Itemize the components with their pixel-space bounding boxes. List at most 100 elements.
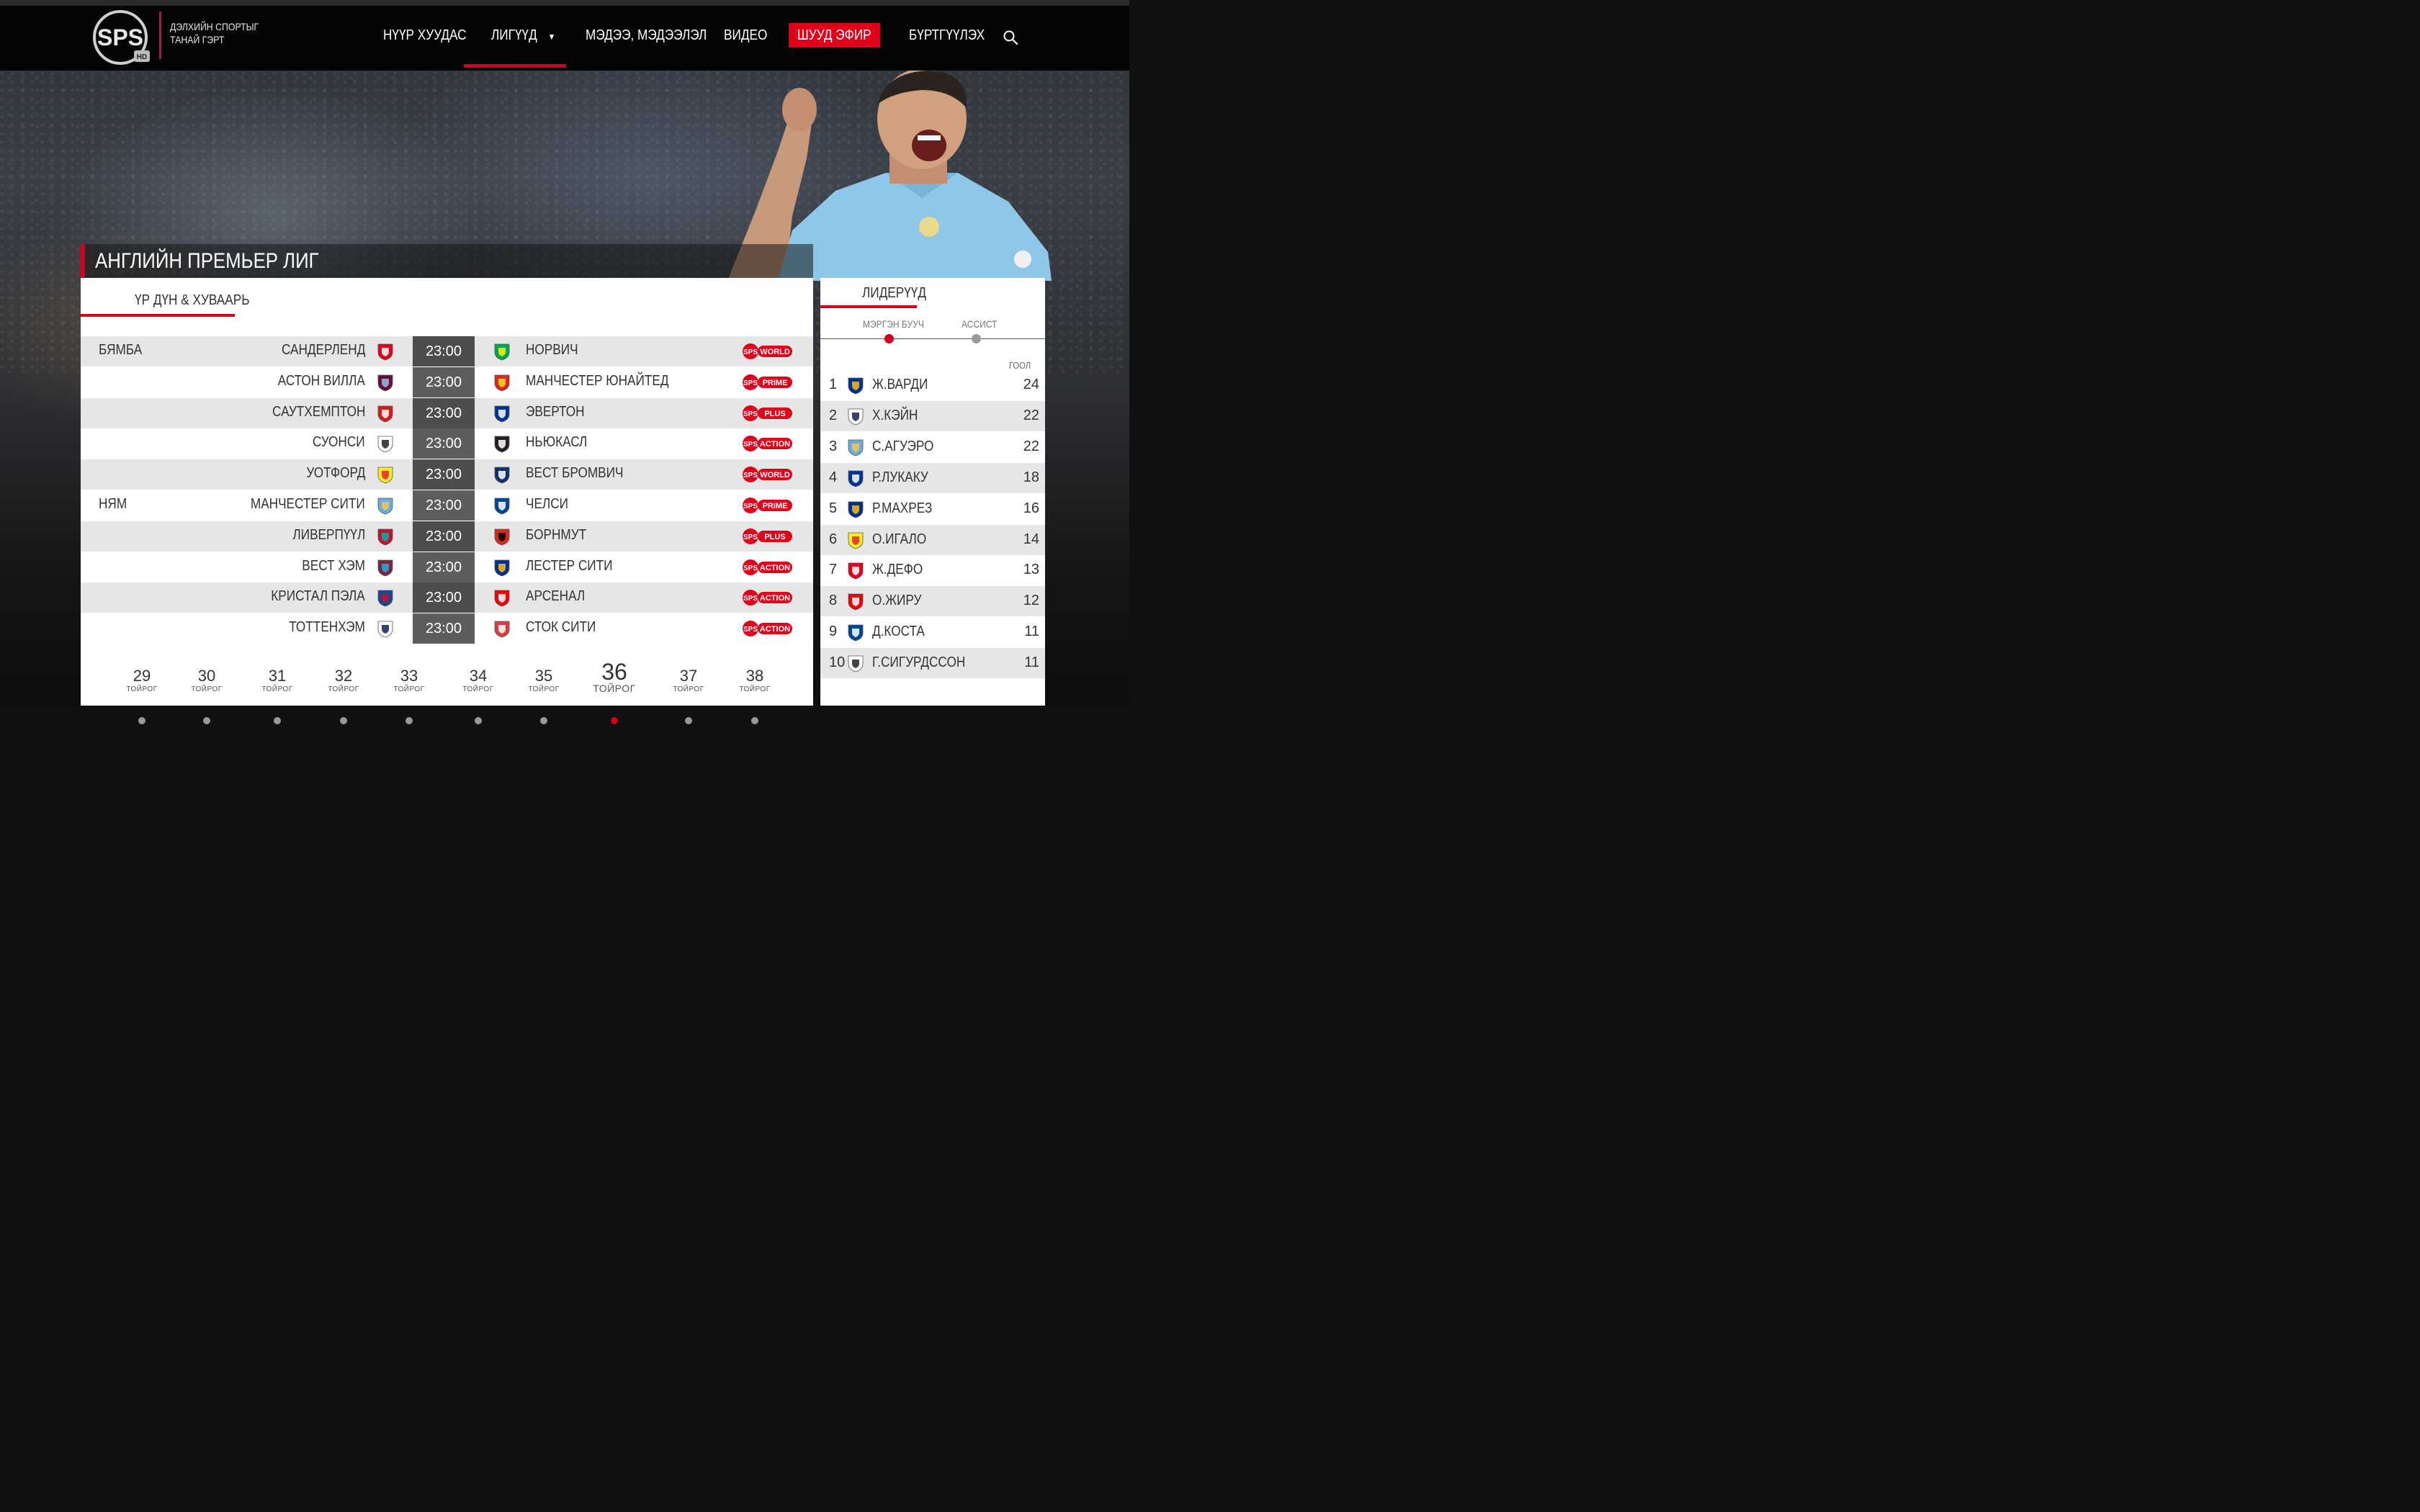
match-row[interactable]: УОТФОРД 23:00 ВЕСТ БРОМВИЧ SPS WORLD <box>81 459 813 490</box>
player-name[interactable]: О.ИГАЛО <box>872 531 926 548</box>
svg-text:SPS: SPS <box>743 410 758 418</box>
search-icon[interactable] <box>1003 30 1018 45</box>
round-34[interactable]: 34 ТОЙРОГ <box>457 667 500 724</box>
match-row[interactable]: ЛИВЕРПҮҮЛ 23:00 БОРНМУТ SPS PLUS <box>81 521 813 552</box>
nav-register[interactable]: БҮРТГҮҮЛЭХ <box>909 23 985 48</box>
round-38[interactable]: 38 ТОЙРОГ <box>733 667 776 724</box>
home-team[interactable]: МАНЧЕСТЕР СИТИ <box>251 496 365 513</box>
subtab-top-scorers[interactable]: МЭРГЭН БУУЧ <box>863 318 924 330</box>
away-team[interactable]: ЛЕСТЕР СИТИ <box>526 558 612 575</box>
channel-badge-icon[interactable]: SPS ACTION <box>742 558 794 577</box>
channel-badge-icon[interactable]: SPS WORLD <box>742 465 794 484</box>
match-row[interactable]: ТОТТЕНХЭМ 23:00 СТОК СИТИ SPS ACTION <box>81 613 813 644</box>
home-team[interactable]: КРИСТАЛ ПЭЛА <box>272 588 365 605</box>
logo-divider <box>159 12 161 59</box>
channel-badge-icon[interactable]: SPS PLUS <box>742 404 794 423</box>
round-32[interactable]: 32 ТОЙРОГ <box>322 667 365 724</box>
round-29[interactable]: 29 ТОЙРОГ <box>120 667 163 724</box>
leader-row[interactable]: 10 Г.СИГУРДССОН 11 <box>820 648 1045 679</box>
away-team[interactable]: НЬЮКАСЛ <box>526 434 587 451</box>
logo-hd: HD <box>137 53 147 61</box>
round-30[interactable]: 30 ТОЙРОГ <box>185 667 228 724</box>
channel-badge-icon[interactable]: SPS PRIME <box>742 373 794 392</box>
round-dot <box>751 717 758 724</box>
leader-row[interactable]: 4 Р.ЛУКАКУ 18 <box>820 462 1045 493</box>
channel-badge-icon[interactable]: SPS ACTION <box>742 434 794 453</box>
home-team[interactable]: САНДЕРЛЕНД <box>282 342 365 359</box>
home-team[interactable]: ЛИВЕРПҮҮЛ <box>292 527 365 544</box>
home-team[interactable]: ТОТТЕНХЭМ <box>289 619 365 636</box>
nav-video[interactable]: ВИДЕО <box>724 23 767 48</box>
subtab-assists[interactable]: АССИСТ <box>962 318 997 330</box>
player-name[interactable]: О.ЖИРУ <box>872 593 921 609</box>
sps-logo[interactable]: SPS HD <box>89 10 151 66</box>
home-team[interactable]: АСТОН ВИЛЛА <box>278 373 365 390</box>
home-team[interactable]: УОТФОРД <box>306 465 365 482</box>
tab-results-schedule[interactable]: ҮР ДҮН & ХУВААРЬ <box>81 278 249 317</box>
leaders-panel: ЛИДЕРҮҮД МЭРГЭН БУУЧ АССИСТ ГООЛ 1 Ж.ВАР… <box>820 278 1045 706</box>
channel-badge-icon[interactable]: SPS WORLD <box>742 342 794 361</box>
leader-row[interactable]: 8 О.ЖИРУ 12 <box>820 586 1045 617</box>
nav-leagues[interactable]: ЛИГҮҮД ▼ <box>491 23 555 48</box>
player-goals: 14 <box>1023 531 1039 547</box>
match-row[interactable]: НЯМ МАНЧЕСТЕР СИТИ 23:00 ЧЕЛСИ SPS PRIME <box>81 490 813 521</box>
player-name[interactable]: Р.МАХРЕЗ <box>872 500 932 517</box>
round-36[interactable]: 36 ТОЙРОГ <box>593 660 636 724</box>
leader-row[interactable]: 7 Ж.ДЕФО 13 <box>820 555 1045 586</box>
leader-row[interactable]: 9 Д.КОСТА 11 <box>820 617 1045 648</box>
channel-badge-icon[interactable]: SPS PRIME <box>742 496 794 515</box>
svg-text:ACTION: ACTION <box>760 564 790 572</box>
match-day: БЯМБА <box>99 342 143 358</box>
round-35[interactable]: 35 ТОЙРОГ <box>522 667 565 724</box>
channel-badge-icon[interactable]: SPS ACTION <box>742 619 794 638</box>
match-row[interactable]: СУОНСИ 23:00 НЬЮКАСЛ SPS ACTION <box>81 428 813 459</box>
round-label: ТОЙРОГ <box>673 685 704 693</box>
nav-home[interactable]: НҮҮР ХУУДАС <box>383 23 467 48</box>
home-team[interactable]: ВЕСТ ХЭМ <box>302 558 365 575</box>
svg-text:SPS: SPS <box>743 472 758 480</box>
player-goals: 11 <box>1024 654 1039 671</box>
player-name[interactable]: Ж.ВАРДИ <box>872 377 928 393</box>
leader-row[interactable]: 1 Ж.ВАРДИ 24 <box>820 370 1045 400</box>
player-name[interactable]: Х.КЭЙН <box>872 408 918 424</box>
channel-badge-icon[interactable]: SPS PLUS <box>742 527 794 546</box>
away-team[interactable]: АРСЕНАЛ <box>526 588 585 605</box>
leader-row[interactable]: 3 С.АГУЭРО 22 <box>820 431 1045 462</box>
away-team[interactable]: НОРВИЧ <box>526 342 578 359</box>
leader-row[interactable]: 6 О.ИГАЛО 14 <box>820 524 1045 555</box>
match-row[interactable]: АСТОН ВИЛЛА 23:00 МАНЧЕСТЕР ЮНАЙТЕД SPS … <box>81 366 813 397</box>
home-team[interactable]: СУОНСИ <box>313 434 365 451</box>
leader-rank: 8 <box>829 593 838 609</box>
match-row[interactable]: БЯМБА САНДЕРЛЕНД 23:00 НОРВИЧ SPS WORLD <box>81 336 813 366</box>
away-team[interactable]: ЧЕЛСИ <box>526 496 568 513</box>
match-row[interactable]: ВЕСТ ХЭМ 23:00 ЛЕСТЕР СИТИ SPS ACTION <box>81 552 813 582</box>
away-team[interactable]: МАНЧЕСТЕР ЮНАЙТЕД <box>526 373 668 390</box>
nav-live-button[interactable]: ШУУД ЭФИР <box>789 23 881 48</box>
everton-crest-icon <box>494 405 510 423</box>
away-team[interactable]: ЭВЕРТОН <box>526 404 585 420</box>
match-time: 23:00 <box>413 428 475 459</box>
round-33[interactable]: 33 ТОЙРОГ <box>387 667 431 724</box>
match-row[interactable]: САУТХЕМПТОН 23:00 ЭВЕРТОН SPS PLUS <box>81 397 813 428</box>
svg-text:WORLD: WORLD <box>760 471 790 480</box>
tab-leaders[interactable]: ЛИДЕРҮҮД <box>820 278 926 308</box>
home-team[interactable]: САУТХЕМПТОН <box>272 404 365 420</box>
player-name[interactable]: Г.СИГУРДССОН <box>872 654 965 671</box>
match-row[interactable]: КРИСТАЛ ПЭЛА 23:00 АРСЕНАЛ SPS ACTION <box>81 582 813 613</box>
channel-badge-icon[interactable]: SPS ACTION <box>742 588 794 607</box>
away-team[interactable]: БОРНМУТ <box>526 527 586 544</box>
player-name[interactable]: Д.КОСТА <box>872 624 925 640</box>
player-name[interactable]: С.АГУЭРО <box>872 438 933 455</box>
away-team[interactable]: ВЕСТ БРОМВИЧ <box>526 465 623 482</box>
leader-row[interactable]: 5 Р.МАХРЕЗ 16 <box>820 493 1045 524</box>
round-31[interactable]: 31 ТОЙРОГ <box>256 667 299 724</box>
player-name[interactable]: Р.ЛУКАКУ <box>872 469 928 486</box>
round-label: ТОЙРОГ <box>462 685 494 693</box>
round-dot <box>203 717 210 724</box>
round-37[interactable]: 37 ТОЙРОГ <box>667 667 710 724</box>
nav-news[interactable]: МЭДЭЭ, МЭДЭЭЛЭЛ <box>586 23 707 48</box>
player-name[interactable]: Ж.ДЕФО <box>872 562 923 578</box>
watford-crest-icon <box>848 532 864 549</box>
away-team[interactable]: СТОК СИТИ <box>526 619 596 636</box>
leader-row[interactable]: 2 Х.КЭЙН 22 <box>820 400 1045 431</box>
